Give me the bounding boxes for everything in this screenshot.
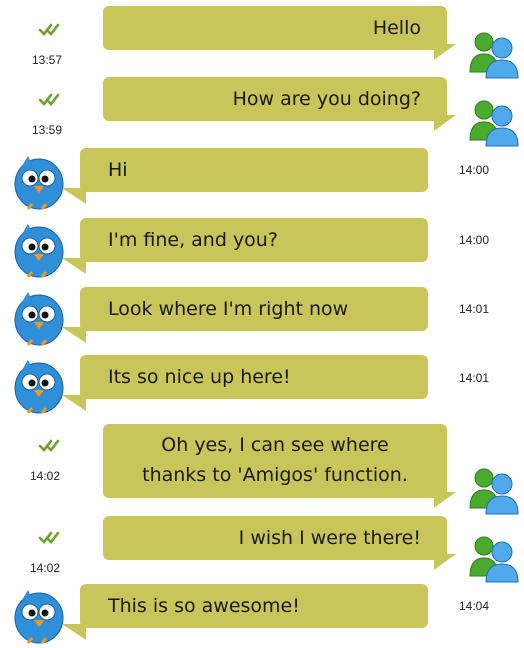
bubble-tail [434,492,456,508]
bubble-tail [62,258,86,274]
message-incoming: Its so nice up here! 14:01 [0,352,524,424]
bubble-tail [62,395,86,411]
message-text: Hello [372,17,421,39]
message-bubble[interactable]: This is so awesome! [80,584,428,628]
message-time: 14:01 [459,371,490,385]
bubble-tail [62,624,86,640]
double-check-icon [38,23,60,36]
message-time: 13:59 [32,123,63,137]
contacts-icon [469,100,519,147]
message-text: Its so nice up here! [108,366,291,388]
message-bubble[interactable]: I wish I were there! [103,516,447,560]
bubble-tail [434,44,456,60]
bubble-tail [62,188,86,204]
message-time: 14:04 [459,599,490,613]
bird-avatar-icon [14,360,64,414]
message-text: Hi [108,159,128,181]
bird-avatar-icon [14,292,64,346]
double-check-icon [38,93,60,106]
message-incoming: I'm fine, and you? 14:00 [0,214,524,284]
double-check-icon [38,439,60,452]
message-text: I wish I were there! [238,527,421,549]
bird-avatar-icon [14,224,64,278]
message-time: 14:02 [30,561,61,575]
message-text: I'm fine, and you? [108,229,278,251]
message-bubble[interactable]: Its so nice up here! [80,355,428,399]
chat-conversation: 13:57 Hello 13:59 How are you doing? Hi … [0,0,524,648]
message-bubble[interactable]: How are you doing? [103,77,447,121]
bird-avatar-icon [14,590,64,644]
message-bubble[interactable]: Hi [80,148,428,192]
message-outgoing: 14:02 Oh yes, I can see where thanks to … [0,424,524,520]
message-text-line: thanks to 'Amigos' function. [142,464,408,486]
message-text: How are you doing? [232,88,421,110]
message-outgoing: 14:02 I wish I were there! [0,508,524,583]
message-time: 13:57 [32,53,63,67]
bubble-tail [434,554,456,570]
message-bubble[interactable]: I'm fine, and you? [80,218,428,262]
message-incoming: This is so awesome! 14:04 [0,582,524,648]
message-bubble[interactable]: Hello [103,6,447,50]
message-text-line: Oh yes, I can see where [161,434,389,456]
message-time: 14:00 [459,163,490,177]
message-outgoing: 13:59 How are you doing? [0,72,524,147]
message-incoming: Look where I'm right now 14:01 [0,284,524,352]
bubble-tail [62,327,86,343]
message-text: Look where I'm right now [108,298,349,320]
double-check-icon [38,531,60,544]
message-text: This is so awesome! [108,595,300,617]
contacts-icon [469,536,519,583]
message-outgoing: 13:57 Hello [0,0,524,79]
message-time: 14:00 [459,233,490,247]
message-time: 14:02 [30,469,61,483]
message-time: 14:01 [459,302,490,316]
message-bubble[interactable]: Oh yes, I can see where thanks to 'Amigo… [103,424,447,498]
bird-avatar-icon [14,156,64,210]
message-bubble[interactable]: Look where I'm right now [80,287,428,331]
bubble-tail [434,115,456,131]
message-incoming: Hi 14:00 [0,144,524,214]
